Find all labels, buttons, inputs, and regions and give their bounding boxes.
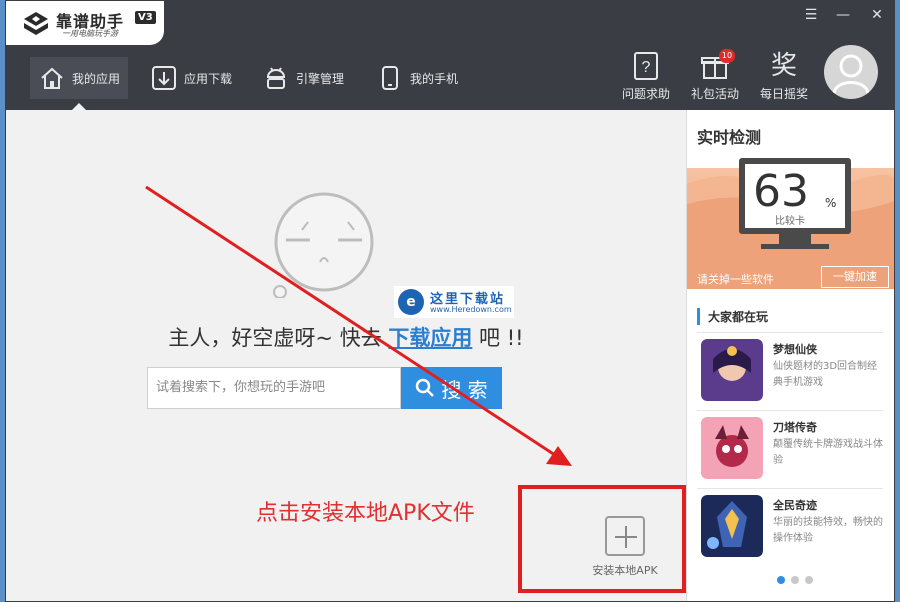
game-name: 全民奇迹 [773,499,817,512]
meter-tip: 请关掉一些软件 [697,273,774,286]
game-thumbnail [701,417,763,479]
watermark-url: www.Heredown.com [430,305,512,314]
meter-value: 63 [753,166,809,217]
game-item[interactable]: 梦想仙侠 仙侠题材的3D回合制经典手机游戏 [697,332,883,402]
side-panel: 实时检测 63 % 比较卡 请关掉一些软件 一键加速 大家都在玩 梦想仙侠 仙侠… [686,110,894,601]
game-name: 梦想仙侠 [773,343,817,356]
watermark-logo-icon: e [398,289,424,315]
tool-label: 问题求助 [621,87,670,101]
download-icon [152,66,176,90]
nav-label: 引擎管理 [296,71,345,86]
empty-suffix: 吧 !! [472,326,524,350]
carousel-dots [777,576,813,584]
nav-label: 我的应用 [72,71,121,86]
user-icon [832,54,870,94]
title-bar: 靠谱助手 V3 一用电脑玩手游 ☰ — ✕ [6,1,894,45]
plus-icon [605,516,645,556]
nav-my-phone[interactable]: 我的手机 [376,57,458,99]
install-label: 安装本地APK [592,564,658,577]
my-apps-panel: e 这里下载站 www.Heredown.com 主人，好空虚呀~ 快去 下载应… [6,110,686,601]
tool-label: 礼包活动 [690,87,739,101]
game-item[interactable]: 刀塔传奇 颠覆传统卡牌游戏战斗体验 [697,410,883,480]
realtime-check-title: 实时检测 [697,128,762,147]
empty-prefix: 主人，好空虚呀~ 快去 [168,326,389,350]
game-item[interactable]: 全民奇迹 华丽的技能特效，畅快的操作体验 [697,488,883,558]
menu-icon[interactable]: ☰ [798,5,824,25]
meter-unit: % [825,196,837,210]
empty-message: 主人，好空虚呀~ 快去 下载应用 吧 !! [6,322,686,352]
meter-status: 比较卡 [775,216,805,227]
game-thumbnail [701,495,763,557]
performance-meter: 63 % 比较卡 请关掉一些软件 一键加速 [687,154,894,289]
minimize-icon[interactable]: — [830,5,856,25]
svg-text:?: ? [642,59,651,76]
help-icon: ? [634,52,658,80]
monitor-stand [779,234,811,244]
app-slogan: 一用电脑玩手游 [62,29,118,38]
nav-engine-manager[interactable]: 引擎管理 [262,57,344,99]
carousel-dot[interactable] [791,576,799,584]
search-button[interactable]: 搜 索 [401,367,502,409]
lottery-button[interactable]: 奖 每日摇奖 [754,51,814,102]
nav-label: 我的手机 [410,71,459,86]
avatar[interactable] [824,45,878,99]
carousel-dot[interactable] [777,576,785,584]
download-apps-link[interactable]: 下载应用 [388,326,472,350]
nav-my-apps[interactable]: 我的应用 [30,57,129,110]
app-version: V3 [135,11,156,24]
tool-label: 每日摇奖 [759,87,808,101]
annotation-text: 点击安装本地APK文件 [256,501,475,526]
help-button[interactable]: ? 问题求助 [616,51,676,102]
search-input[interactable]: 试着搜索下，你想玩的手游吧 [147,367,401,409]
phone-icon [382,66,398,90]
home-icon [41,67,63,89]
empty-face-icon [273,192,374,298]
game-thumbnail [701,339,763,401]
search-icon [416,378,435,397]
install-local-apk-button[interactable]: 安装本地APK [586,516,664,578]
game-name: 刀塔传奇 [773,421,817,434]
game-desc: 仙侠题材的3D回合制经典手机游戏 [773,361,878,388]
logo-icon [24,12,48,35]
lottery-icon: 奖 [770,51,797,81]
game-desc: 华丽的技能特效，畅快的操作体验 [773,517,883,544]
nav-label: 应用下载 [184,71,233,86]
carousel-dot[interactable] [805,576,813,584]
monitor-base [761,244,829,249]
close-icon[interactable]: ✕ [864,5,890,25]
gift-badge: 10 [719,49,735,63]
app-logo: 靠谱助手 V3 一用电脑玩手游 [6,1,164,45]
search-button-label: 搜 索 [441,377,488,402]
gift-button[interactable]: 10 礼包活动 [685,49,745,102]
one-click-accelerate-button[interactable]: 一键加速 [821,266,889,288]
main-nav: 我的应用 应用下载 引擎管理 我的手机 ? 问题求助 10 礼包活动 奖 每日摇… [6,45,894,110]
watermark: e 这里下载站 www.Heredown.com [394,286,514,318]
app-window: 靠谱助手 V3 一用电脑玩手游 ☰ — ✕ 我的应用 应用下载 引擎管理 我的手… [5,0,895,602]
monitor-icon: 63 % 比较卡 [739,158,851,234]
hot-games-title: 大家都在玩 [697,308,768,325]
android-icon [266,67,286,89]
nav-app-download[interactable]: 应用下载 [150,57,232,99]
game-desc: 颠覆传统卡牌游戏战斗体验 [773,439,883,466]
